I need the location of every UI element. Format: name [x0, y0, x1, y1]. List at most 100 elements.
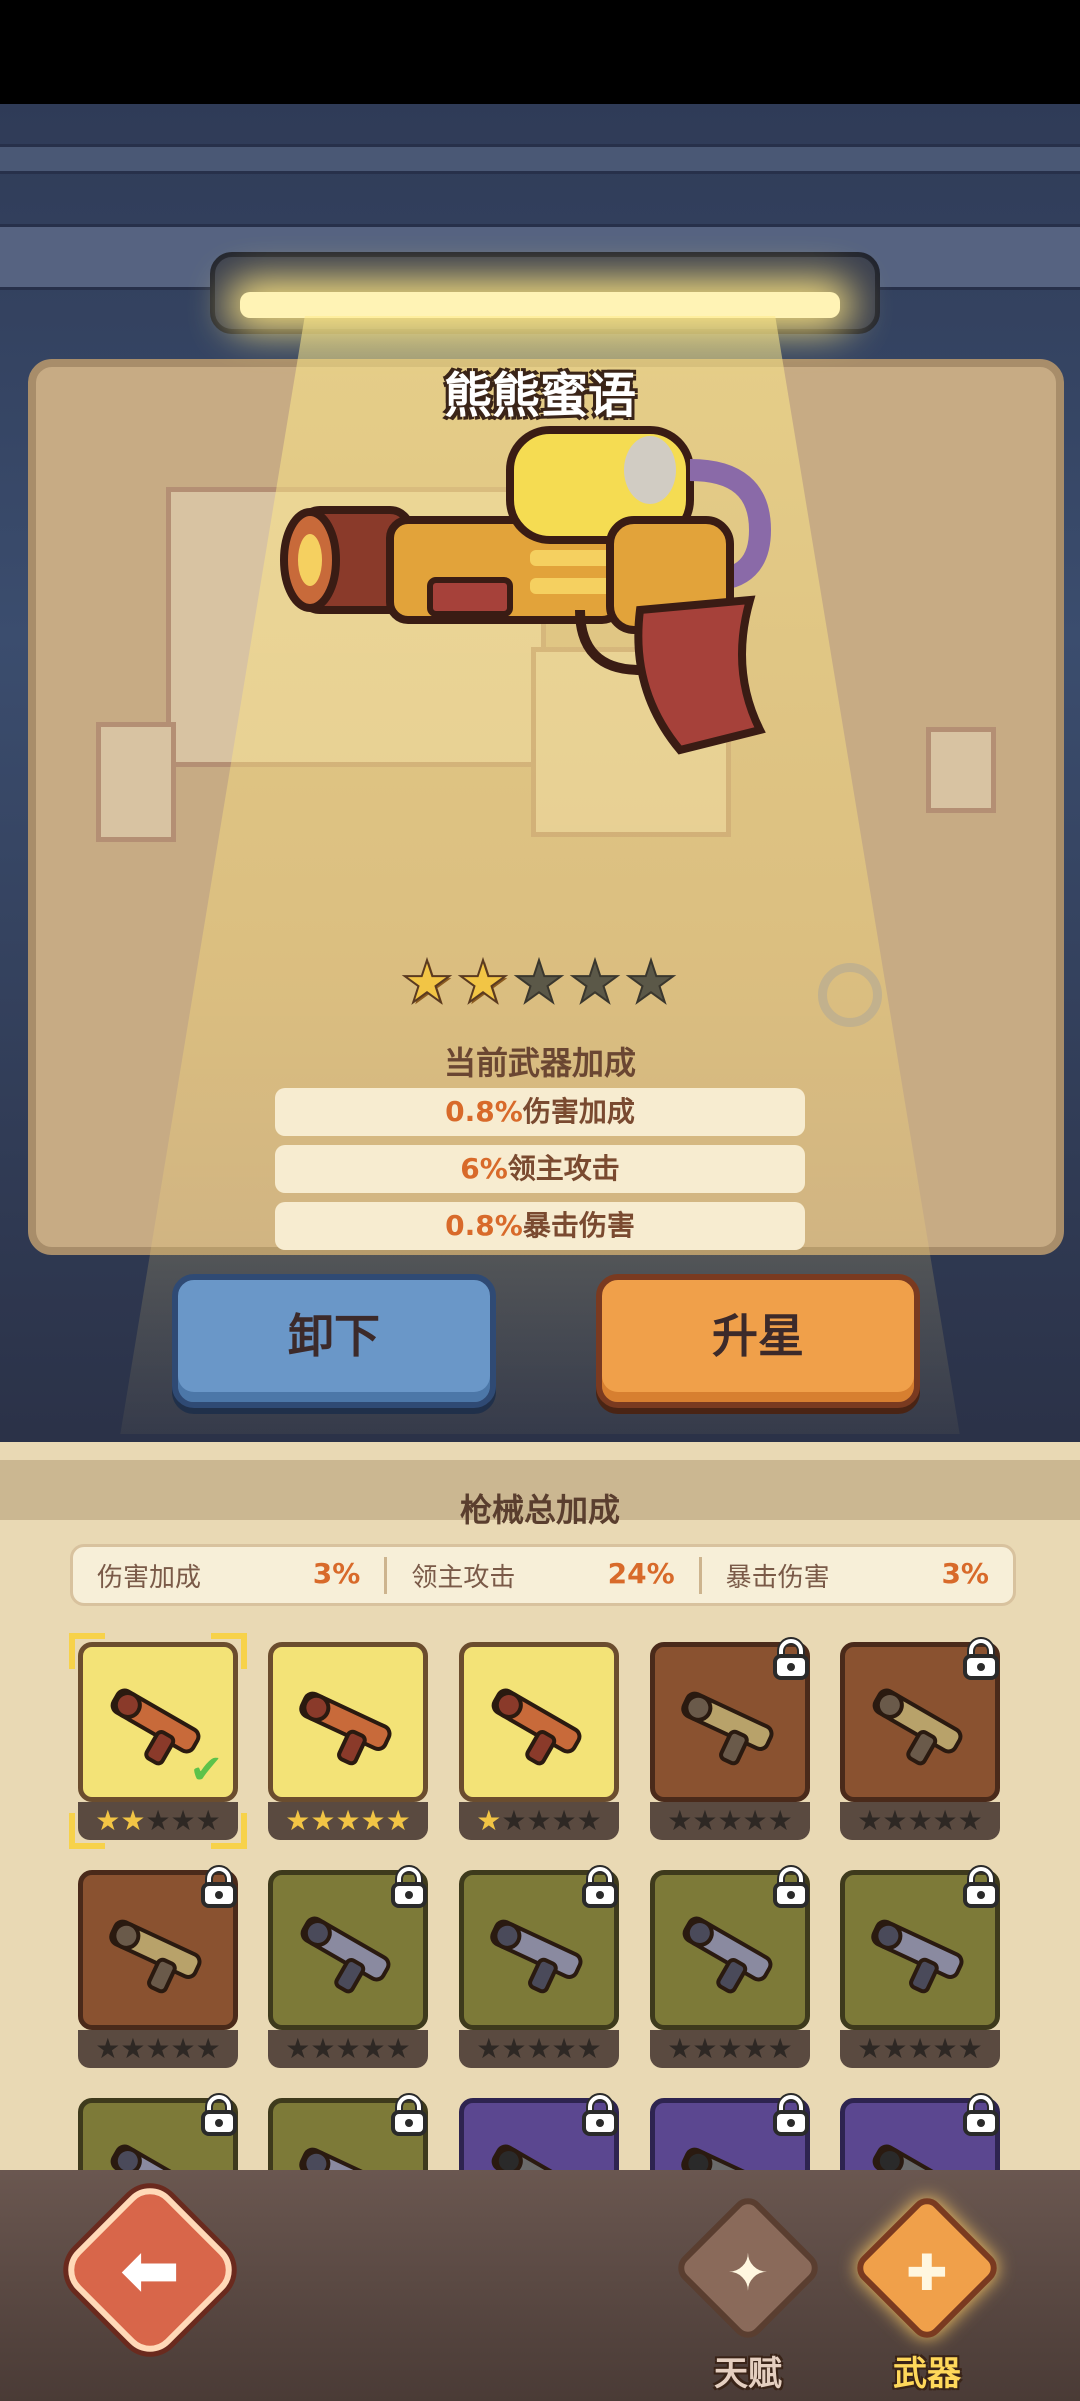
weapon-slot[interactable]: ✔ ★ ★ ★ ★ ★	[69, 1633, 247, 1849]
star-icon: ★	[742, 2032, 768, 2065]
laser-blaster-icon	[871, 1919, 964, 1994]
star-icon: ★	[742, 1804, 768, 1837]
slot-star-rating: ★★★★★	[78, 2030, 238, 2068]
star-icon: ★	[857, 2032, 883, 2065]
star-icon: ★	[767, 1804, 793, 1837]
weapon-slot[interactable]: ★★★★★	[650, 1637, 810, 1840]
lock-icon	[963, 1637, 999, 1680]
weapon-card	[459, 1865, 619, 2030]
total-damage: 伤害加成 3%	[73, 1556, 388, 1594]
weapon-star-rating: ★ ★ ★ ★ ★	[400, 948, 678, 1016]
decor-ring	[818, 963, 882, 1027]
star-icon: ★	[120, 1804, 146, 1837]
slot-star-rating: ★★★★★	[840, 2030, 1000, 2068]
unequip-button[interactable]: 卸下	[172, 1274, 496, 1408]
lock-icon	[963, 2093, 999, 2136]
star-icon: ★	[526, 2032, 552, 2065]
dragon-crossbow-icon	[300, 1916, 391, 1994]
lock-icon	[582, 2093, 618, 2136]
weapon-card	[268, 1865, 428, 2030]
bonus-label: 伤害加成	[522, 1095, 635, 1128]
star-icon: ★	[667, 1804, 693, 1837]
totals-title: 枪械总加成	[459, 1491, 620, 1529]
status-bar	[0, 0, 1080, 104]
weapon-card: ✔	[69, 1633, 247, 1849]
star-icon: ★	[568, 948, 622, 1016]
star-icon: ★	[476, 2032, 502, 2065]
weapon-slot[interactable]: ★★★★★	[459, 1865, 619, 2068]
tab-weapon[interactable]: ✚ 武器	[850, 2191, 1004, 2394]
honey-water-gun-icon	[280, 426, 772, 755]
lock-icon	[391, 1865, 427, 1908]
steam-pistol-icon	[682, 1916, 773, 1994]
weapon-card	[459, 1642, 619, 1802]
star-icon: ★	[145, 2032, 171, 2065]
weapon-slot[interactable]: ★★★★★	[459, 1642, 619, 1840]
weapon-slot[interactable]: ★★★★★	[650, 1865, 810, 2068]
bonus-label: 领主攻击	[507, 1152, 620, 1185]
slot-star-rating: ★★★★★	[459, 1802, 619, 1840]
star-icon: ★	[907, 1804, 933, 1837]
star-icon: ★	[857, 1804, 883, 1837]
star-icon: ★	[385, 1804, 411, 1837]
crystal-rifle-icon	[681, 1691, 774, 1766]
lock-icon	[201, 2093, 237, 2136]
lock-icon	[582, 1865, 618, 1908]
star-icon: ★	[512, 948, 566, 1016]
lock-icon	[963, 1865, 999, 1908]
star-icon: ★	[400, 948, 454, 1016]
star-icon: ★	[310, 2032, 336, 2065]
star-icon: ★	[882, 2032, 908, 2065]
candy-blaster-icon	[491, 1688, 582, 1766]
star-icon: ★	[501, 1804, 527, 1837]
star-icon: ★	[932, 2032, 958, 2065]
totals-bar: 伤害加成 3% 领主攻击 24% 暴击伤害 3%	[70, 1544, 1016, 1606]
total-value: 24%	[607, 1556, 675, 1590]
back-arrow-icon: ⬅	[119, 2228, 181, 2312]
slot-star-rating: ★★★★★	[268, 1802, 428, 1840]
selection-corner	[211, 1813, 247, 1849]
weapon-card	[840, 1865, 1000, 2030]
weapon-slot[interactable]: ★★★★★	[268, 1642, 428, 1840]
upgrade-star-button[interactable]: 升星	[596, 1274, 920, 1408]
bonus-title: 当前武器加成	[443, 1044, 636, 1082]
star-icon: ★	[576, 2032, 602, 2065]
star-icon: ★	[717, 1804, 743, 1837]
total-lord-attack: 领主攻击 24%	[387, 1556, 702, 1594]
weapon-slot[interactable]: ★★★★★	[268, 1865, 428, 2068]
star-icon: ★	[692, 1804, 718, 1837]
weapon-glyph: ✚	[906, 2244, 948, 2302]
slot-star-rating: ★★★★★	[650, 1802, 810, 1840]
star-icon: ★	[335, 1804, 361, 1837]
total-crit-damage: 暴击伤害 3%	[702, 1557, 1013, 1594]
bonus-value: 0.8%	[445, 1209, 523, 1242]
slot-star-rating: ★★★★★	[459, 2030, 619, 2068]
total-label: 暴击伤害	[725, 1562, 830, 1593]
bonus-label: 暴击伤害	[522, 1209, 635, 1242]
total-value: 3%	[941, 1556, 989, 1590]
star-icon: ★	[476, 1804, 502, 1837]
demon-blade-gun-icon	[872, 1688, 963, 1766]
selection-corner	[211, 1633, 247, 1669]
lock-icon	[773, 2093, 809, 2136]
total-label: 伤害加成	[97, 1562, 202, 1593]
tab-label: 天赋	[714, 2354, 782, 2394]
total-label: 领主攻击	[411, 1562, 516, 1593]
weapon-slot[interactable]: ★★★★★	[840, 1865, 1000, 2068]
weapon-card	[650, 1637, 810, 1802]
star-icon: ★	[170, 1804, 196, 1837]
star-icon: ★	[882, 1804, 908, 1837]
star-icon: ★	[907, 2032, 933, 2065]
slot-star-rating: ★★★★★	[650, 2030, 810, 2068]
bonus-row: 0.8%暴击伤害	[275, 1202, 805, 1250]
weapon-slot[interactable]: ★★★★★	[840, 1637, 1000, 1840]
tab-label: 武器	[893, 2354, 961, 2394]
tab-talent[interactable]: ✦ 天赋	[671, 2191, 825, 2394]
weapon-slot[interactable]: ★★★★★	[78, 1865, 238, 2068]
slot-star-rating: ★★★★★	[268, 2030, 428, 2068]
heavy-rifle-icon	[490, 1919, 583, 1994]
star-icon: ★	[360, 2032, 386, 2065]
star-icon: ★	[120, 2032, 146, 2065]
star-icon: ★	[310, 1804, 336, 1837]
star-icon: ★	[360, 1804, 386, 1837]
